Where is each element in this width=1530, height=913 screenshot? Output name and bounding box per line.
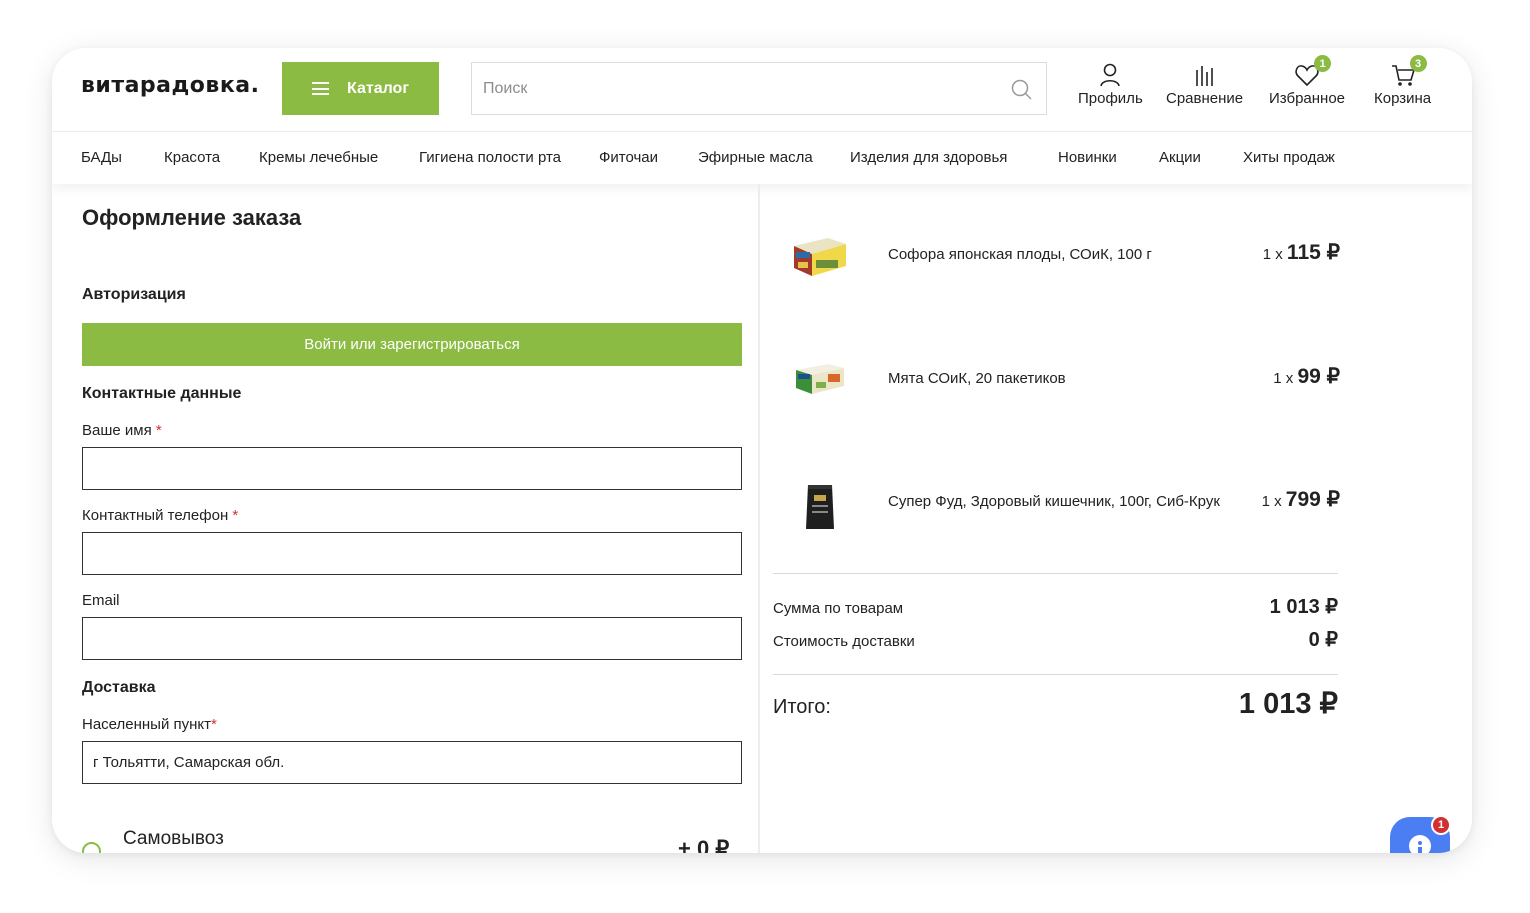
cart-item: Софора японская плоды, СОиК, 100 г 1 x 1… bbox=[774, 216, 1340, 296]
total-label: Итого: bbox=[773, 696, 831, 718]
email-field-box bbox=[82, 617, 742, 660]
nav-item-beauty[interactable]: Красота bbox=[164, 149, 220, 166]
compare-label: Сравнение bbox=[1166, 90, 1244, 107]
name-field-label: Ваше имя * bbox=[82, 422, 162, 439]
cart-icon: 3 bbox=[1390, 55, 1427, 88]
city-field-label: Населенный пункт* bbox=[82, 716, 217, 733]
contacts-section-title: Контактные данные bbox=[82, 385, 242, 402]
favorites-badge: 1 bbox=[1314, 55, 1332, 72]
pickup-label[interactable]: Самовывоз bbox=[123, 828, 224, 850]
info-icon bbox=[1409, 835, 1431, 853]
cart-item-name[interactable]: Софора японская плоды, СОиК, 100 г bbox=[888, 246, 1152, 263]
cart-item-qty-price: 1 x 799 ₽ bbox=[1261, 488, 1340, 511]
page-card: витарадовка. Каталог Профиль Сравнение bbox=[52, 48, 1472, 853]
catalog-button-label: Каталог bbox=[347, 79, 409, 97]
city-field-box bbox=[82, 741, 742, 784]
cart-item-qty-price: 1 x 99 ₽ bbox=[1273, 365, 1340, 388]
cart-badge: 3 bbox=[1409, 55, 1427, 72]
site-header: витарадовка. Каталог Профиль Сравнение bbox=[52, 48, 1472, 132]
city-field[interactable] bbox=[83, 742, 741, 783]
delivery-cost-value: 0 ₽ bbox=[1308, 629, 1338, 651]
catalog-button[interactable]: Каталог bbox=[282, 62, 439, 115]
column-divider bbox=[758, 184, 760, 853]
cart-item: Супер Фуд, Здоровый кишечник, 100г, Сиб-… bbox=[774, 463, 1340, 543]
pickup-price: + 0 ₽ bbox=[678, 836, 730, 853]
cart-item-qty-price: 1 x 115 ₽ bbox=[1262, 241, 1340, 264]
subtotal-value: 1 013 ₽ bbox=[1269, 596, 1338, 618]
cart-item-name[interactable]: Мята СОиК, 20 пакетиков bbox=[888, 370, 1066, 387]
product-image-superfood[interactable] bbox=[788, 471, 852, 535]
category-nav: БАДы Красота Кремы лечебные Гигиена поло… bbox=[52, 132, 1472, 184]
product-image-sophora[interactable] bbox=[788, 224, 852, 288]
compare-button[interactable]: Сравнение bbox=[1166, 62, 1243, 107]
nav-item-bady[interactable]: БАДы bbox=[81, 149, 122, 166]
phone-field-label: Контактный телефон * bbox=[82, 507, 239, 524]
delivery-cost-label: Стоимость доставки bbox=[773, 633, 915, 650]
search-box bbox=[471, 62, 1047, 115]
email-field-label: Email bbox=[82, 592, 120, 609]
summary-divider bbox=[773, 573, 1338, 574]
total-divider bbox=[773, 674, 1338, 675]
page-title: Оформление заказа bbox=[82, 205, 302, 230]
favorites-button[interactable]: 1 Избранное bbox=[1269, 55, 1346, 107]
search-icon[interactable] bbox=[1011, 79, 1032, 100]
name-field[interactable] bbox=[83, 448, 741, 489]
chat-badge: 1 bbox=[1431, 815, 1451, 835]
checkout-form: Оформление заказа Авторизация Войти или … bbox=[52, 184, 758, 853]
nav-item-new[interactable]: Новинки bbox=[1058, 149, 1117, 166]
profile-button[interactable]: Профиль bbox=[1078, 62, 1143, 107]
nav-item-bestsellers[interactable]: Хиты продаж bbox=[1243, 149, 1335, 166]
compare-icon bbox=[1192, 62, 1218, 88]
heart-icon: 1 bbox=[1294, 55, 1332, 88]
auth-section-title: Авторизация bbox=[82, 286, 186, 303]
total-value: 1 013 ₽ bbox=[1238, 688, 1338, 720]
nav-item-herbal-teas[interactable]: Фиточаи bbox=[599, 149, 658, 166]
nav-item-oral-hygiene[interactable]: Гигиена полости рта bbox=[419, 149, 561, 166]
site-logo[interactable]: витарадовка. bbox=[81, 73, 259, 98]
name-field-box bbox=[82, 447, 742, 490]
nav-item-health-products[interactable]: Изделия для здоровья bbox=[850, 149, 1007, 166]
search-input[interactable] bbox=[472, 63, 1046, 114]
favorites-label: Избранное bbox=[1269, 90, 1346, 107]
profile-label: Профиль bbox=[1078, 90, 1143, 107]
cart-label: Корзина bbox=[1374, 90, 1432, 107]
nav-item-creams[interactable]: Кремы лечебные bbox=[259, 149, 378, 166]
phone-field[interactable] bbox=[83, 533, 741, 574]
nav-item-sales[interactable]: Акции bbox=[1159, 149, 1201, 166]
cart-item: Мята СОиК, 20 пакетиков 1 x 99 ₽ bbox=[774, 340, 1340, 420]
pickup-radio[interactable] bbox=[82, 842, 101, 853]
user-icon bbox=[1097, 62, 1123, 88]
cart-item-name[interactable]: Супер Фуд, Здоровый кишечник, 100г, Сиб-… bbox=[888, 493, 1220, 510]
delivery-section-title: Доставка bbox=[82, 679, 156, 696]
login-register-button[interactable]: Войти или зарегистрироваться bbox=[82, 323, 742, 366]
menu-icon bbox=[312, 82, 329, 95]
email-field[interactable] bbox=[83, 618, 741, 659]
cart-button[interactable]: 3 Корзина bbox=[1374, 55, 1432, 107]
subtotal-label: Сумма по товарам bbox=[773, 600, 904, 617]
nav-item-essential-oils[interactable]: Эфирные масла bbox=[698, 149, 813, 166]
phone-field-box bbox=[82, 532, 742, 575]
product-image-mint[interactable] bbox=[788, 348, 852, 412]
